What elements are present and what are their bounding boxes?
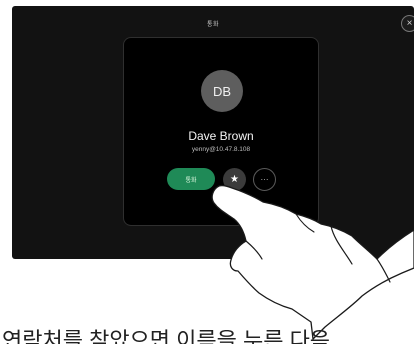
call-button-label: 통화 — [185, 177, 197, 184]
call-button[interactable]: 통화 — [167, 168, 215, 190]
instruction-caption: 연락처를 찾았으면 이름을 누른 다음 — [2, 328, 331, 344]
close-icon: × — [406, 18, 413, 29]
more-options-button[interactable]: ··· — [253, 168, 276, 191]
contact-address: yenny@10.47.8.108 — [191, 146, 251, 153]
avatar-initials: DB — [212, 83, 232, 99]
star-icon: ★ — [230, 174, 239, 185]
contact-card: DB Dave Brown yenny@10.47.8.108 통화 ★ ··· — [123, 37, 319, 226]
device-screen: 통화 × DB Dave Brown yenny@10.47.8.108 통화 … — [12, 6, 414, 259]
page: 통화 × DB Dave Brown yenny@10.47.8.108 통화 … — [0, 0, 414, 344]
screen-title: 통화 — [206, 22, 220, 28]
close-button[interactable]: × — [401, 15, 414, 32]
more-icon: ··· — [260, 175, 269, 184]
hand-palm-line — [376, 258, 391, 283]
contact-name: Dave Brown — [188, 129, 254, 143]
favorite-button[interactable]: ★ — [223, 168, 246, 191]
avatar: DB — [201, 70, 243, 112]
